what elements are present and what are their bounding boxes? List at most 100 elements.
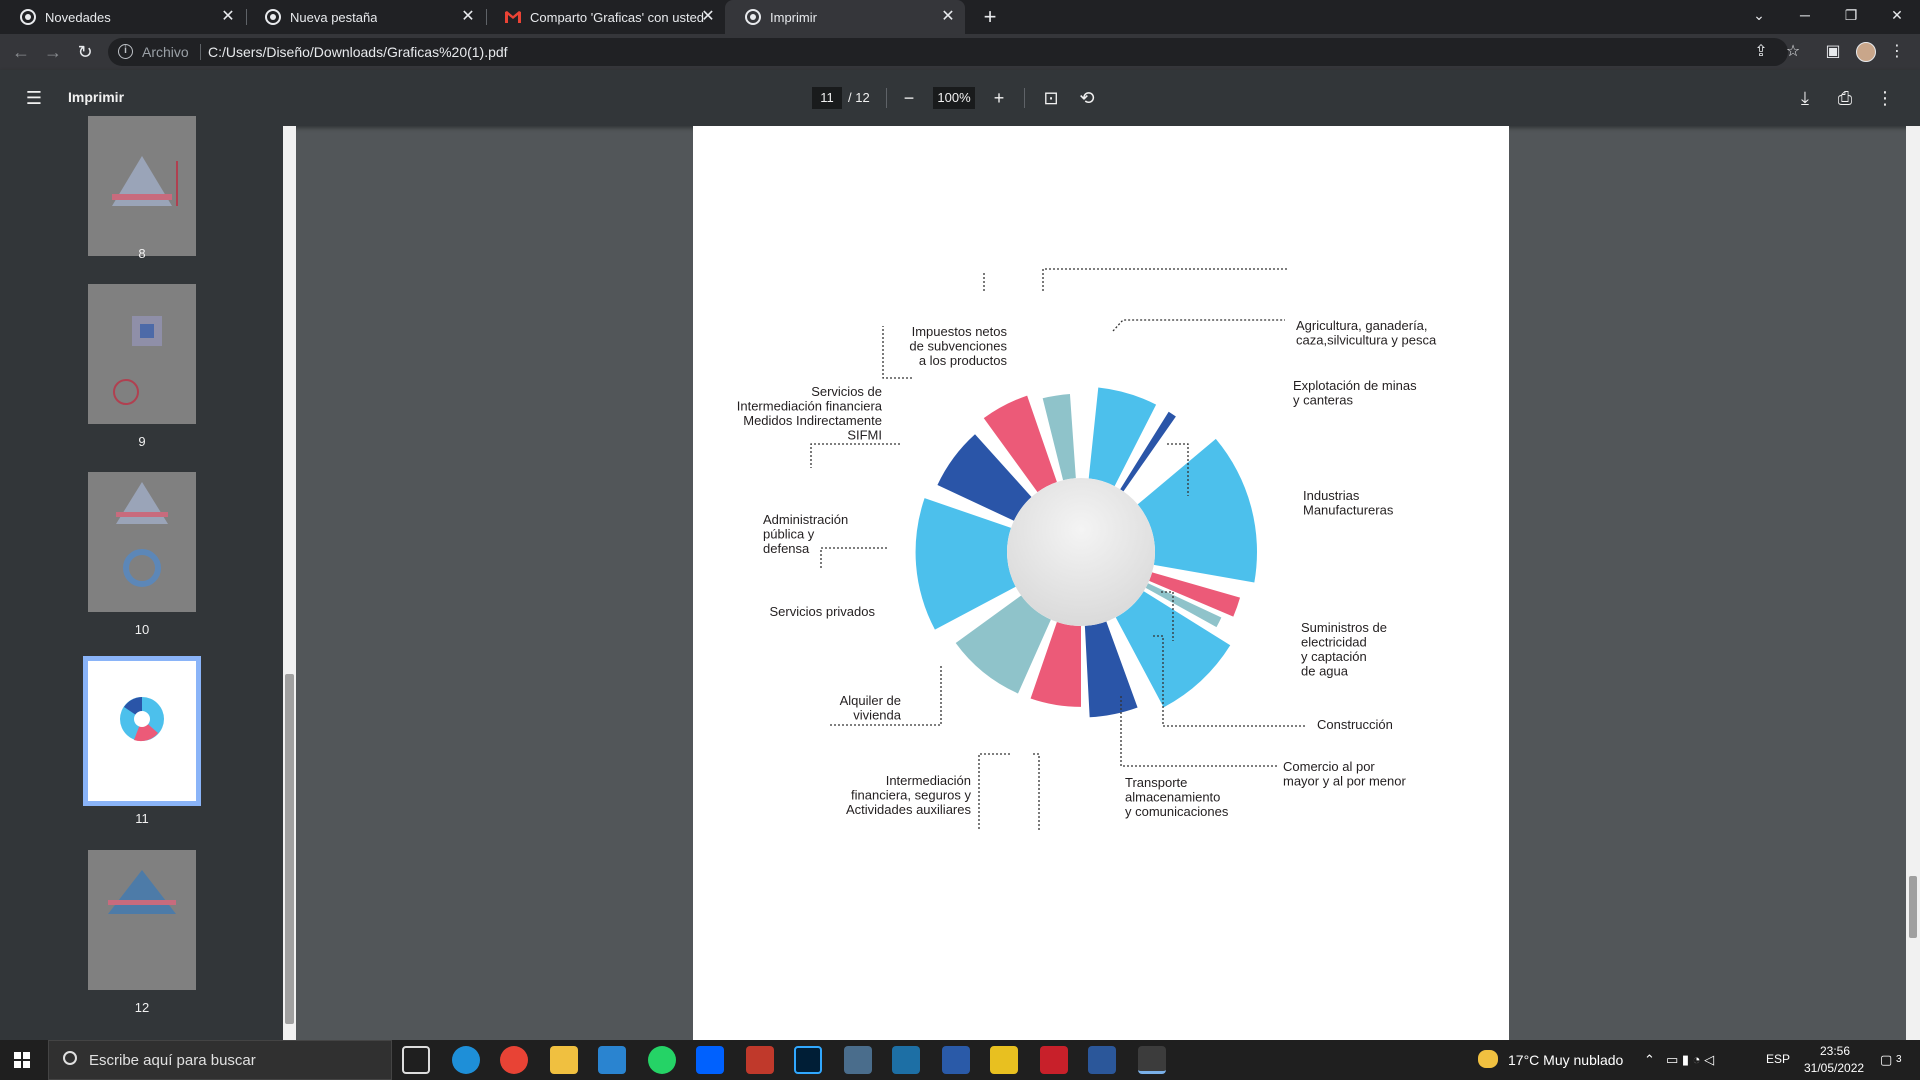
windows-start-icon[interactable]	[14, 1052, 30, 1068]
autodesk-icon[interactable]	[746, 1046, 774, 1074]
hamburger-menu-icon[interactable]: ☰	[20, 84, 48, 112]
globe-icon	[265, 9, 281, 25]
revit-icon[interactable]	[942, 1046, 970, 1074]
chrome-menu-icon[interactable]: ⋮	[1884, 39, 1910, 65]
tab-imprimir[interactable]: Imprimir ✕	[725, 0, 965, 34]
tab-gmail[interactable]: Comparto 'Graficas' con usted - ✕	[485, 0, 725, 34]
chrome-active-icon[interactable]	[1138, 1046, 1166, 1074]
document-scroll-thumb[interactable]	[1909, 876, 1917, 938]
reload-button[interactable]: ↻	[72, 39, 98, 65]
chart-category-label: Servicios de Intermediación financiera Med…	[737, 384, 883, 443]
profile-avatar[interactable]	[1856, 42, 1876, 62]
pdf-title: Imprimir	[68, 89, 125, 105]
close-window-button[interactable]: ✕	[1874, 0, 1920, 30]
globe-icon	[20, 9, 36, 25]
tab-strip: Novedades ✕ Nueva pestaña ✕ Comparto 'Gr…	[0, 0, 1920, 34]
tab-title: Novedades	[45, 9, 111, 25]
autocad-icon[interactable]	[1040, 1046, 1068, 1074]
weather-icon[interactable]	[1478, 1050, 1498, 1068]
print-icon[interactable]: ⎙	[1831, 84, 1859, 112]
taskbar-search[interactable]: Escribe aquí para buscar	[48, 1040, 392, 1080]
side-panel-icon[interactable]: ▣	[1820, 39, 1846, 65]
page-thumbnail-8[interactable]	[88, 116, 196, 256]
thumbnail-sidebar: 8 9 10 11 12	[0, 116, 296, 1040]
page-number-input[interactable]: 11	[812, 87, 842, 109]
thumbnail-preview	[116, 482, 168, 587]
tab-title: Nueva pestaña	[290, 9, 378, 25]
tab-title: Imprimir	[770, 9, 817, 25]
word-icon[interactable]	[1088, 1046, 1116, 1074]
close-tab-icon[interactable]: ✕	[459, 8, 477, 26]
weather-text[interactable]: 17°C Muy nublado	[1508, 1052, 1623, 1068]
page-thumbnail-10[interactable]	[88, 472, 196, 612]
tab-title: Comparto 'Graficas' con usted -	[530, 9, 705, 25]
thumbnail-label: 10	[134, 622, 150, 637]
forward-button[interactable]: →	[40, 39, 66, 65]
restore-button[interactable]: ❐	[1828, 0, 1874, 30]
globe-icon	[745, 9, 761, 25]
sticky-icon[interactable]	[990, 1046, 1018, 1074]
sidebar-scroll-thumb[interactable]	[285, 674, 294, 1024]
fit-to-page-icon[interactable]: ⊡	[1037, 84, 1065, 112]
clock-time[interactable]: 23:56	[1820, 1044, 1850, 1058]
page-thumbnail-12[interactable]	[88, 850, 196, 990]
chart-category-label: Comercio al por mayor y al por menor	[1283, 759, 1406, 789]
search-placeholder: Escribe aquí para buscar	[89, 1052, 256, 1069]
file-explorer-icon[interactable]	[550, 1046, 578, 1074]
label-leader-line	[820, 547, 887, 570]
image-viewer-icon[interactable]	[844, 1046, 872, 1074]
photoshop-icon[interactable]	[794, 1046, 822, 1074]
address-url[interactable]: C:/Users/Diseño/Downloads/Graficas%20(1)…	[208, 44, 508, 60]
thumbnail-label: 8	[138, 246, 146, 261]
label-leader-line	[1042, 268, 1288, 291]
info-icon[interactable]: i	[118, 44, 133, 59]
sketchup-icon[interactable]	[892, 1046, 920, 1074]
minimize-button[interactable]: ─	[1782, 0, 1828, 30]
whatsapp-icon[interactable]	[648, 1046, 676, 1074]
close-tab-icon[interactable]: ✕	[219, 8, 237, 26]
edge-icon[interactable]	[452, 1046, 480, 1074]
more-options-icon[interactable]: ⋮	[1871, 84, 1899, 112]
notifications-icon[interactable]: ▢	[1880, 1052, 1892, 1068]
label-leader-line	[1112, 319, 1285, 332]
toolbar-divider	[886, 88, 887, 108]
label-leader-line	[1033, 753, 1040, 831]
zoom-in-icon[interactable]: +	[985, 84, 1013, 112]
bookmark-star-icon[interactable]: ☆	[1780, 39, 1806, 65]
label-leader-line	[810, 443, 900, 468]
label-leader-line	[978, 753, 1010, 831]
document-scrollbar[interactable]	[1906, 126, 1920, 1040]
share-icon[interactable]: ⇪	[1748, 39, 1774, 65]
chart-category-label: Servicios privados	[770, 604, 876, 619]
download-icon[interactable]: ⤓	[1791, 84, 1819, 112]
toolbar-divider	[1024, 88, 1025, 108]
page-thumbnail-11[interactable]	[83, 656, 201, 806]
chart-category-label: Suministros de electricidad y captación de …	[1301, 620, 1387, 679]
tab-novedades[interactable]: Novedades ✕	[0, 0, 245, 34]
task-view-icon[interactable]	[402, 1046, 430, 1074]
mail-icon[interactable]	[598, 1046, 626, 1074]
close-tab-icon[interactable]: ✕	[699, 8, 717, 26]
page-thumbnail-9[interactable]	[88, 284, 196, 424]
tray-chevron-icon[interactable]: ⌃	[1644, 1052, 1655, 1068]
dropbox-icon[interactable]	[696, 1046, 724, 1074]
chrome-icon[interactable]	[500, 1046, 528, 1074]
zoom-input[interactable]: 100%	[933, 87, 975, 109]
language-indicator[interactable]: ESP	[1766, 1052, 1790, 1066]
tab-nueva-pestana[interactable]: Nueva pestaña ✕	[245, 0, 485, 34]
rotate-icon[interactable]: ⟲	[1073, 84, 1101, 112]
thumbnail-preview	[113, 316, 162, 405]
thumbnail-label: 9	[138, 434, 146, 449]
chart-slice	[1137, 438, 1257, 583]
tab-search-icon[interactable]: ⌄	[1736, 0, 1782, 30]
zoom-out-icon[interactable]: −	[895, 84, 923, 112]
close-tab-icon[interactable]: ✕	[939, 8, 957, 26]
back-button[interactable]: ←	[8, 39, 34, 65]
address-bar[interactable]: i Archivo C:/Users/Diseño/Downloads/Graf…	[108, 38, 1788, 66]
tray-icons[interactable]: ▭ ▮ ◔ ◁	[1666, 1052, 1714, 1068]
chart-category-label: Impuestos netos de subvenciones a los prod…	[909, 324, 1007, 368]
new-tab-button[interactable]: +	[976, 4, 1004, 32]
sidebar-scrollbar[interactable]	[283, 126, 296, 1040]
page-total: / 12	[848, 90, 870, 105]
clock-date[interactable]: 31/05/2022	[1804, 1061, 1864, 1075]
